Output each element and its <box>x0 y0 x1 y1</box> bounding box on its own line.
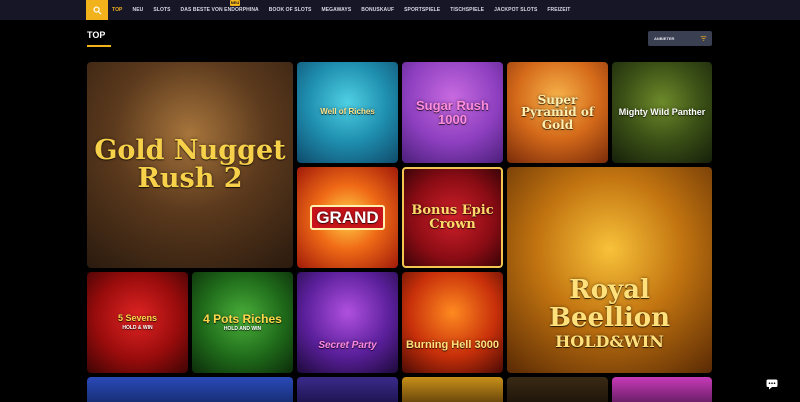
game-title: Sugar Rush 1000 <box>416 97 489 127</box>
provider-filter-label: ANBIETER <box>654 36 675 41</box>
game-title-main: 5 Sevens <box>117 313 158 324</box>
nav-item-top[interactable]: TOP <box>112 7 123 13</box>
chat-icon[interactable] <box>766 379 778 390</box>
nav-item-slots[interactable]: SLOTS <box>153 7 170 13</box>
game-tile-row4-1[interactable] <box>87 377 293 402</box>
game-title: Bonus Epic Crown <box>411 202 494 232</box>
game-title: GRAND <box>310 204 385 231</box>
provider-filter-dropdown[interactable]: ANBIETER <box>648 31 712 46</box>
game-tile-secret-party[interactable]: Secret Party <box>297 272 398 373</box>
game-tile-row4-5[interactable] <box>612 377 712 402</box>
game-tile-grand[interactable]: GRAND <box>297 167 398 268</box>
game-title: Super Pyramid of Gold <box>520 92 595 132</box>
game-tile-row4-2[interactable] <box>297 377 398 402</box>
game-tile-super-pyramid-of-gold[interactable]: Super Pyramid of Gold <box>507 62 608 163</box>
game-title: 5 Sevens HOLD & WIN <box>116 312 159 333</box>
game-subtitle: HOLD&WIN <box>555 331 664 351</box>
section-title: TOP <box>87 30 106 40</box>
game-tile-bonus-epic-crown[interactable]: Bonus Epic Crown <box>402 167 503 268</box>
game-tile-gold-nugget-rush-2[interactable]: Gold Nugget Rush 2 <box>87 62 293 268</box>
section-title-underline <box>87 45 111 47</box>
nav-item-endorphina[interactable]: DAS BESTE VON ENDORPHINA <box>181 7 259 13</box>
game-title: Gold Nugget Rush 2 <box>94 134 286 194</box>
game-title: Well of Riches <box>320 107 375 117</box>
game-title: Burning Hell 3000 <box>406 338 499 351</box>
game-tile-royal-beellion[interactable]: Royal Beellion HOLD&WIN <box>507 167 712 373</box>
nav-item-book-of-slots[interactable]: BOOK OF SLOTS <box>269 7 312 13</box>
nav-item-tischspiele[interactable]: TISCHSPIELE <box>450 7 484 13</box>
top-navigation: TOP NEU SLOTS DAS BESTE VON ENDORPHINA B… <box>0 0 800 20</box>
game-title: 4 Pots Riches HOLD AND WIN <box>201 311 284 335</box>
game-tile-burning-hell-3000[interactable]: Burning Hell 3000 <box>402 272 503 373</box>
game-title: Royal Beellion HOLD&WIN <box>507 187 712 352</box>
game-title: Secret Party <box>318 340 377 352</box>
nav-item-neu[interactable]: NEU <box>133 7 144 13</box>
nav-item-freizeit[interactable]: FREIZEIT <box>547 7 570 13</box>
nav-item-sportspiele[interactable]: SPORTSPIELE <box>404 7 440 13</box>
game-subtitle: HOLD & WIN <box>122 324 153 331</box>
game-tile-row4-3[interactable] <box>402 377 503 402</box>
nav-item-megaways[interactable]: MEGAWAYS <box>321 7 351 13</box>
nav-item-jackpot-slots[interactable]: JACKPOT SLOTS <box>494 7 537 13</box>
search-button[interactable] <box>86 0 108 20</box>
filter-icon <box>700 36 707 41</box>
game-title-main: Royal Beellion <box>549 275 670 333</box>
nav-menu: TOP NEU SLOTS DAS BESTE VON ENDORPHINA B… <box>112 0 570 20</box>
game-tile-sugar-rush-1000[interactable]: Sugar Rush 1000 <box>402 62 503 163</box>
game-tile-4-pots-riches[interactable]: 4 Pots Riches HOLD AND WIN <box>192 272 293 373</box>
search-icon <box>92 5 102 15</box>
nav-item-bonuskauf[interactable]: BONUSKAUF <box>361 7 394 13</box>
game-title: Mighty Wild Panther <box>618 106 706 117</box>
new-badge: NEU <box>230 0 240 6</box>
game-title-main: 4 Pots Riches <box>203 311 282 326</box>
game-tile-row4-4[interactable] <box>507 377 608 402</box>
game-tile-mighty-wild-panther[interactable]: Mighty Wild Panther <box>612 62 712 163</box>
game-tile-well-of-riches[interactable]: Well of Riches <box>297 62 398 163</box>
game-subtitle: HOLD AND WIN <box>223 326 262 333</box>
game-tile-5-sevens[interactable]: 5 Sevens HOLD & WIN <box>87 272 188 373</box>
